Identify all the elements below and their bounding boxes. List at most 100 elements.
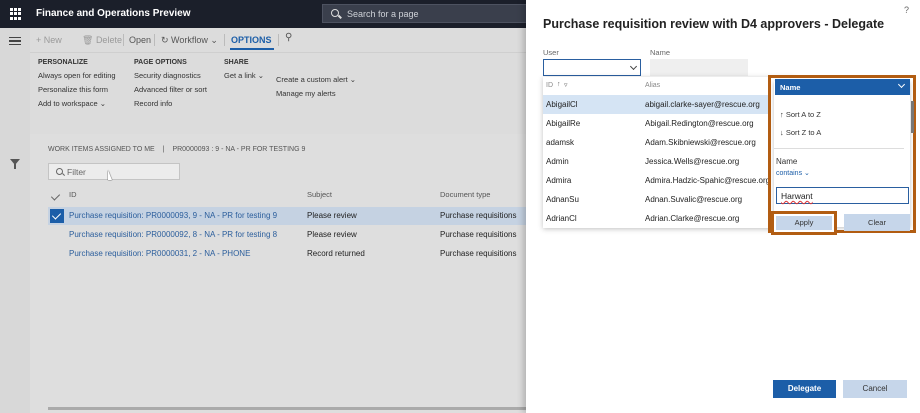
checkmark-icon: [50, 191, 61, 201]
lookup-header: ID ↑ ▿ Alias: [543, 77, 795, 95]
app-launcher-icon[interactable]: [10, 8, 22, 20]
cancel-button[interactable]: Cancel: [843, 380, 907, 398]
ribbon-group-share: SHARE Get a link ⌄: [224, 59, 264, 85]
security-diagnostics[interactable]: Security diagnostics: [134, 71, 207, 80]
global-search[interactable]: Search for a page: [322, 4, 532, 23]
divider: [123, 34, 124, 46]
create-custom-alert[interactable]: Create a custom alert ⌄: [276, 75, 356, 84]
work-item-link[interactable]: Purchase requisition: PR0000092, 8 - NA …: [69, 230, 277, 239]
ribbon-group-alerts: Create a custom alert ⌄ Manage my alerts: [276, 75, 356, 103]
table-row[interactable]: Purchase requisition: PR0000093, 9 - NA …: [48, 207, 548, 225]
lookup-alias: Adrian.Clarke@rescue.org: [645, 214, 740, 223]
lookup-alias: abigail.clarke-sayer@rescue.org: [645, 100, 760, 109]
add-to-workspace[interactable]: Add to workspace ⌄: [38, 99, 116, 108]
filter-placeholder: Filter: [67, 167, 86, 177]
work-item-link[interactable]: Purchase requisition: PR0000093, 9 - NA …: [69, 211, 277, 220]
left-nav: [0, 28, 30, 413]
lookup-alias: Adam.Skibniewski@rescue.org: [645, 138, 756, 147]
lookup-row[interactable]: AbigailRe Abigail.Redington@rescue.org: [543, 114, 783, 133]
grid-filter-input[interactable]: Filter: [48, 163, 180, 180]
sort-z-to-a[interactable]: ↓ Sort Z to A: [780, 128, 821, 137]
name-field: [650, 59, 748, 76]
breadcrumb-separator: |: [162, 146, 165, 153]
table-row[interactable]: Purchase requisition: PR0000031, 2 - NA …: [48, 245, 548, 263]
select-all-checkbox[interactable]: [48, 190, 62, 206]
column-header-subject[interactable]: Subject: [307, 190, 332, 206]
open-button[interactable]: Open: [129, 35, 151, 45]
filter-icon[interactable]: ▿: [564, 81, 568, 89]
lookup-id: AbigailCl: [546, 100, 578, 109]
filter-icon[interactable]: [10, 159, 20, 169]
chevron-down-icon: [897, 80, 906, 89]
work-item-link[interactable]: Purchase requisition: PR0000031, 2 - NA …: [69, 249, 250, 258]
filter-field-label: Name: [776, 157, 798, 166]
doctype-cell: Purchase requisitions: [440, 230, 517, 239]
filter-operator-dropdown[interactable]: contains ⌄: [776, 169, 810, 177]
hamburger-icon[interactable]: [9, 37, 21, 45]
user-label: User: [543, 48, 559, 57]
divider: [278, 34, 279, 46]
apply-highlight-box: Apply: [771, 211, 837, 235]
delegate-dialog: Purchase requisition review with D4 appr…: [526, 0, 920, 413]
horizontal-scrollbar[interactable]: [48, 407, 558, 410]
apply-button[interactable]: Apply: [776, 216, 832, 230]
lookup-id: Admin: [546, 157, 569, 166]
name-label: Name: [650, 48, 671, 57]
record-info[interactable]: Record info: [134, 99, 207, 108]
doctype-cell: Purchase requisitions: [440, 211, 517, 220]
lookup-row[interactable]: AdrianCl Adrian.Clarke@rescue.org: [543, 209, 783, 228]
delegate-button[interactable]: Delegate: [773, 380, 836, 398]
filter-field-select[interactable]: Name: [775, 79, 910, 95]
chevron-down-icon[interactable]: [629, 62, 638, 71]
user-lookup-input[interactable]: [543, 59, 641, 76]
sort-a-to-z[interactable]: ↑ Sort A to Z: [780, 110, 821, 119]
breadcrumb-item[interactable]: WORK ITEMS ASSIGNED TO ME: [48, 146, 155, 153]
lookup-id: AdrianCl: [546, 214, 577, 223]
new-button[interactable]: + New: [36, 35, 62, 45]
lookup-id: Admira: [546, 176, 572, 185]
row-checkbox[interactable]: [50, 209, 64, 223]
lookup-row[interactable]: Admira Admira.Hadzic-Spahic@rescue.org: [543, 171, 783, 190]
delete-button[interactable]: 🗑 Delete: [82, 35, 122, 46]
breadcrumb: WORK ITEMS ASSIGNED TO ME | PR0000093 : …: [48, 146, 311, 153]
advanced-filter-or-sort[interactable]: Advanced filter or sort: [134, 85, 207, 94]
mouse-cursor-icon: [108, 170, 112, 180]
filter-panel-body: ↑ Sort A to Z ↓ Sort Z to A Name contain…: [771, 81, 914, 235]
ribbon-group-header: PAGE OPTIONS: [134, 59, 187, 66]
lookup-row[interactable]: AdnanSu Adnan.Suvalic@rescue.org: [543, 190, 783, 209]
lookup-alias: Jessica.Wells@rescue.org: [645, 157, 740, 166]
active-tab-indicator: [230, 48, 274, 50]
tab-options[interactable]: OPTIONS: [231, 35, 272, 45]
ribbon-search-icon[interactable]: ⚲: [285, 32, 292, 43]
filter-field-select-value: Name: [780, 83, 801, 92]
dialog-title: Purchase requisition review with D4 appr…: [543, 17, 885, 31]
manage-my-alerts[interactable]: Manage my alerts: [276, 89, 356, 98]
personalize-this-form[interactable]: Personalize this form: [38, 85, 116, 94]
subject-cell: Please review: [307, 230, 357, 239]
column-header-alias[interactable]: Alias: [645, 82, 660, 89]
lookup-alias: Admira.Hadzic-Spahic@rescue.org: [645, 176, 771, 185]
lookup-row[interactable]: AbigailCl abigail.clarke-sayer@rescue.or…: [543, 95, 783, 114]
lookup-id: AbigailRe: [546, 119, 581, 128]
sort-ascending-icon: ↑: [557, 81, 561, 88]
subject-cell: Please review: [307, 211, 357, 220]
table-row[interactable]: Purchase requisition: PR0000092, 8 - NA …: [48, 226, 548, 244]
filter-value-input[interactable]: Harwant: [776, 187, 909, 204]
search-icon: [331, 9, 339, 17]
lookup-alias: Abigail.Redington@rescue.org: [645, 119, 754, 128]
clear-button[interactable]: Clear: [844, 214, 910, 231]
always-open-for-editing[interactable]: Always open for editing: [38, 71, 116, 80]
column-header-id[interactable]: ID: [69, 190, 77, 206]
divider: [774, 148, 904, 149]
column-header-id[interactable]: ID: [546, 82, 553, 89]
vertical-scrollbar[interactable]: [911, 101, 914, 133]
lookup-row[interactable]: adamsk Adam.Skibniewski@rescue.org: [543, 133, 783, 152]
divider: [154, 34, 155, 46]
workflow-button[interactable]: ↻ Workflow ⌄: [161, 35, 218, 46]
lookup-row[interactable]: Admin Jessica.Wells@rescue.org: [543, 152, 783, 171]
user-lookup-grid: ID ↑ ▿ Alias AbigailCl abigail.clarke-sa…: [543, 77, 795, 228]
get-a-link[interactable]: Get a link ⌄: [224, 71, 264, 80]
column-header-document-type[interactable]: Document type: [440, 190, 490, 206]
help-icon[interactable]: ?: [904, 5, 909, 15]
lookup-id: adamsk: [546, 138, 575, 147]
